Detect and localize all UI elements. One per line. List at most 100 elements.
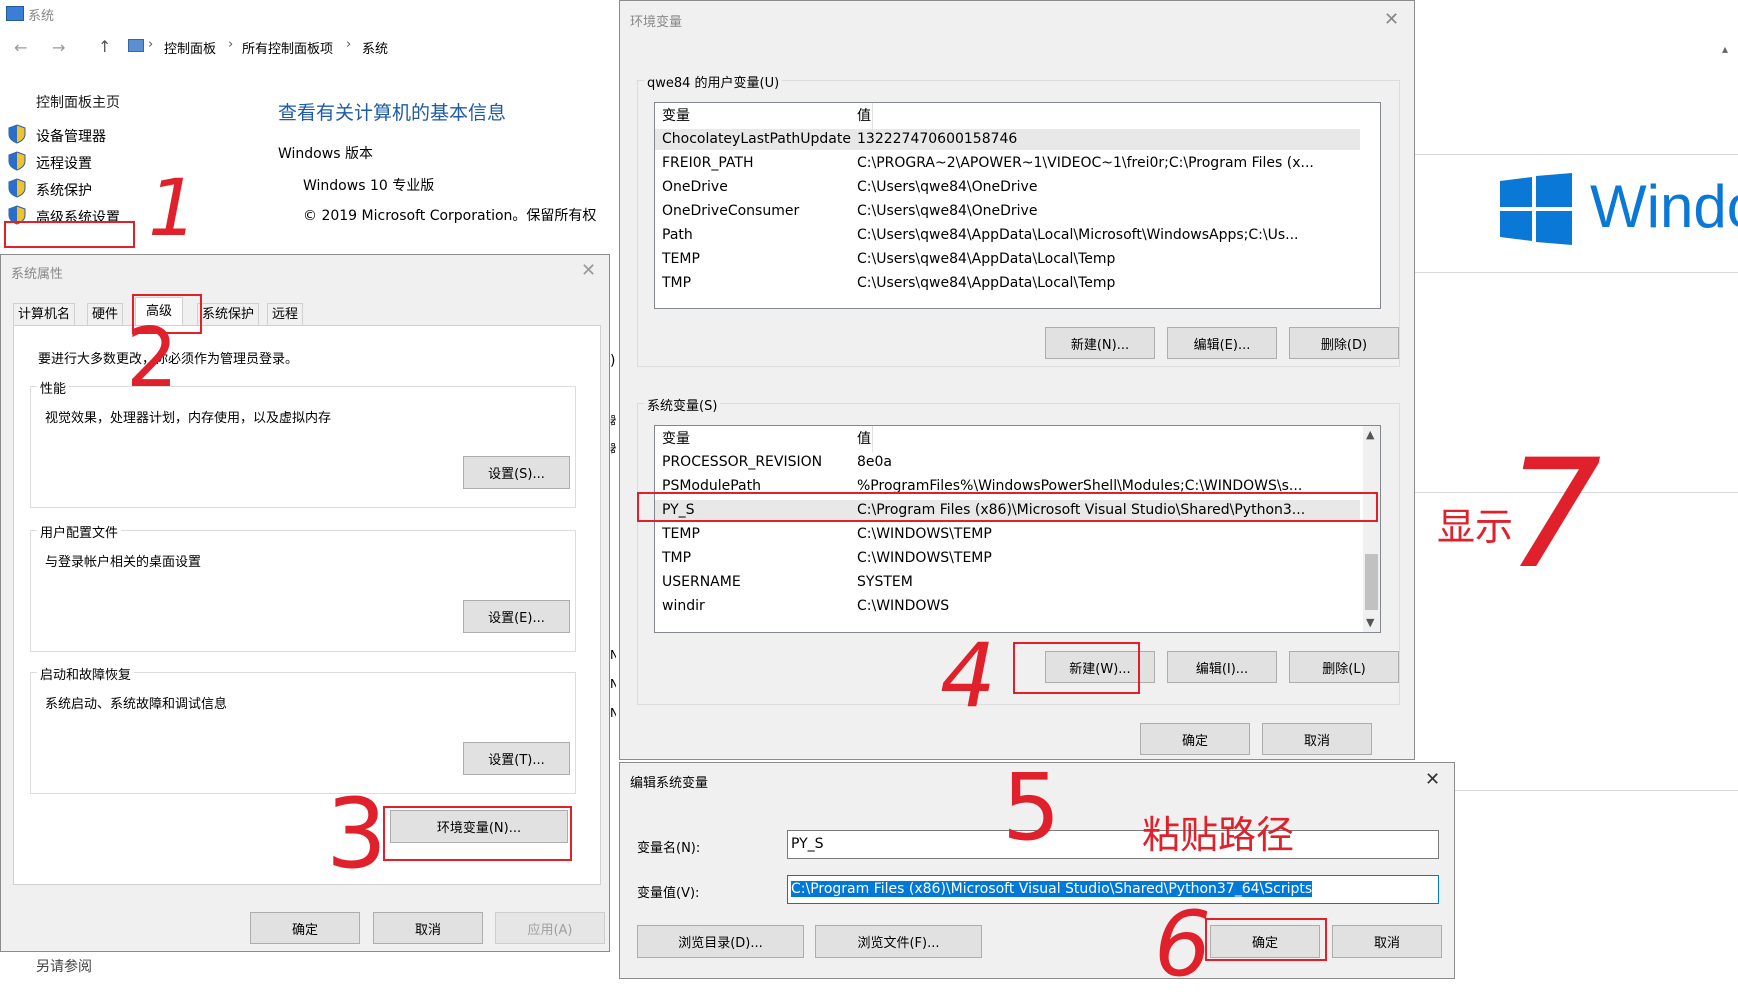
- system-window-icon: [6, 6, 24, 21]
- system-window-title: 系统: [28, 9, 55, 24]
- page-heading: 查看有关计算机的基本信息: [278, 102, 507, 124]
- list-item[interactable]: windir C:\WINDOWS: [655, 596, 1360, 617]
- variable-name: windir: [662, 598, 705, 614]
- cancel-button[interactable]: 取消: [1332, 925, 1442, 958]
- cancel-button[interactable]: 取消: [1262, 723, 1372, 755]
- sidebar-home-link[interactable]: 控制面板主页: [36, 92, 120, 112]
- list-item[interactable]: Path C:\Users\qwe84\AppData\Local\Microso…: [655, 225, 1360, 246]
- system-delete-button[interactable]: 删除(L): [1289, 651, 1399, 683]
- variable-value-input[interactable]: C:\Program Files (x86)\Microsoft Visual …: [787, 875, 1439, 904]
- variable-value: SYSTEM: [857, 574, 913, 590]
- system-edit-button[interactable]: 编辑(I)...: [1167, 651, 1277, 683]
- ok-button[interactable]: 确定: [250, 912, 360, 944]
- tab-protection[interactable]: 系统保护: [197, 303, 260, 325]
- selected-text: C:\Program Files (x86)\Microsoft Visual …: [791, 881, 1313, 897]
- scrollbar[interactable]: ▲ ▼: [1363, 426, 1380, 632]
- annotation-number: 6: [1154, 892, 1212, 997]
- variable-name: OneDrive: [662, 179, 728, 195]
- tab-panel: 要进行大多数更改，你必须作为管理员登录。 性能 视觉效果，处理器计划，内存使用，…: [13, 325, 601, 885]
- startup-settings-button[interactable]: 设置(T)...: [463, 742, 570, 775]
- list-item[interactable]: TEMP C:\Users\qwe84\AppData\Local\Temp: [655, 249, 1360, 270]
- variable-name-input[interactable]: PY_S: [787, 830, 1439, 859]
- right-panel-divider: [1410, 790, 1738, 791]
- windows-logo-icon: [1500, 173, 1572, 245]
- annotation-number: 7: [1506, 428, 1602, 602]
- ok-button[interactable]: 确定: [1140, 723, 1250, 755]
- annotation-number: 4: [940, 624, 996, 727]
- group-description: 系统启动、系统故障和调试信息: [45, 697, 228, 712]
- right-scroll-arrow[interactable]: ▴: [1722, 42, 1728, 56]
- variable-name: PROCESSOR_REVISION: [662, 454, 823, 470]
- user-delete-button[interactable]: 删除(D): [1289, 327, 1399, 359]
- breadcrumb-item[interactable]: 控制面板: [164, 38, 216, 57]
- cancel-button[interactable]: 取消: [373, 912, 483, 944]
- group-label: 启动和故障恢复: [37, 664, 135, 683]
- variable-value: C:\WINDOWS: [857, 598, 950, 614]
- apply-button[interactable]: 应用(A): [495, 912, 605, 944]
- annotation-label-paste: 粘贴路径: [1142, 813, 1295, 857]
- breadcrumb-item[interactable]: 系统: [362, 38, 388, 57]
- variable-name: FREI0R_PATH: [662, 155, 754, 171]
- startup-group: 启动和故障恢复 系统启动、系统故障和调试信息 设置(T)...: [30, 664, 576, 794]
- performance-settings-button[interactable]: 设置(S)...: [463, 456, 570, 489]
- copyright-text: © 2019 Microsoft Corporation。保留所有权: [303, 208, 597, 224]
- list-header: 变量 值: [662, 108, 871, 124]
- see-also-label: 另请参阅: [36, 959, 92, 975]
- close-icon[interactable]: ✕: [1384, 11, 1399, 29]
- right-panel-divider: [1410, 154, 1738, 155]
- nav-forward-button[interactable]: →: [52, 38, 65, 57]
- browse-file-button[interactable]: 浏览文件(F)...: [815, 925, 982, 958]
- list-item[interactable]: TMP C:\Users\qwe84\AppData\Local\Temp: [655, 273, 1360, 294]
- list-header: 变量 值: [662, 431, 871, 447]
- group-label: 性能: [37, 378, 70, 397]
- tab-computer-name[interactable]: 计算机名: [13, 303, 76, 325]
- annotation-label-show: 显示: [1437, 505, 1514, 549]
- list-item[interactable]: TMP C:\WINDOWS\TEMP: [655, 548, 1360, 569]
- close-icon[interactable]: ✕: [581, 262, 596, 280]
- variable-name: TEMP: [662, 526, 700, 542]
- annotation-box-new-button: [1013, 642, 1140, 694]
- profile-settings-button[interactable]: 设置(E)...: [463, 600, 570, 633]
- nav-back-button[interactable]: ←: [14, 38, 27, 57]
- dialog-title: 编辑系统变量: [630, 776, 709, 791]
- address-bar[interactable]: › 控制面板 › 所有控制面板项 › 系统: [124, 34, 564, 58]
- group-description: 视觉效果，处理器计划，内存使用，以及虚拟内存: [45, 411, 332, 426]
- variable-name: TMP: [662, 275, 692, 291]
- background-glyph: N: [610, 677, 616, 691]
- dialog-title: 系统属性: [11, 267, 64, 282]
- breadcrumb-item[interactable]: 所有控制面板项: [242, 38, 333, 57]
- scroll-up-icon[interactable]: ▲: [1366, 428, 1374, 441]
- scroll-thumb[interactable]: [1365, 554, 1378, 610]
- close-icon[interactable]: ✕: [1425, 771, 1440, 789]
- tab-remote[interactable]: 远程: [267, 303, 304, 325]
- group-description: 与登录帐户相关的桌面设置: [45, 555, 202, 570]
- variable-name: Path: [662, 227, 693, 243]
- edition-label: Windows 版本: [278, 146, 373, 162]
- list-item[interactable]: OneDrive C:\Users\qwe84\OneDrive: [655, 177, 1360, 198]
- list-item[interactable]: ChocolateyLastPathUpdate 1322274706001587…: [655, 129, 1360, 150]
- scroll-down-icon[interactable]: ▼: [1366, 616, 1374, 629]
- variable-value: C:\Users\qwe84\OneDrive: [857, 203, 1038, 219]
- background-glyph: N: [610, 648, 616, 662]
- annotation-number: 1: [148, 164, 198, 254]
- list-item[interactable]: OneDriveConsumer C:\Users\qwe84\OneDrive: [655, 201, 1360, 222]
- variable-value: 132227470600158746: [857, 131, 1018, 147]
- user-variables-list[interactable]: 变量 值 ChocolateyLastPathUpdate 13222747060…: [654, 102, 1381, 309]
- list-item[interactable]: TEMP C:\WINDOWS\TEMP: [655, 524, 1360, 545]
- annotation-box-ok-button: [1205, 918, 1327, 961]
- variable-name: TMP: [662, 550, 692, 566]
- browse-directory-button[interactable]: 浏览目录(D)...: [637, 925, 804, 958]
- system-variables-list[interactable]: 变量 值 PROCESSOR_REVISION 8e0a PSModulePath%…: [654, 425, 1381, 633]
- variable-value: C:\PROGRA~2\APOWER~1\VIDEOC~1\frei0r;C:\…: [857, 155, 1314, 171]
- tab-hardware[interactable]: 硬件: [87, 303, 124, 325]
- user-new-button[interactable]: 新建(N)...: [1045, 327, 1155, 359]
- user-profile-group: 用户配置文件 与登录帐户相关的桌面设置 设置(E)...: [30, 522, 576, 652]
- variable-name: OneDriveConsumer: [662, 203, 800, 219]
- annotation-box-env-button: [383, 806, 572, 861]
- list-item[interactable]: PROCESSOR_REVISION 8e0a: [655, 452, 1360, 473]
- user-edit-button[interactable]: 编辑(E)...: [1167, 327, 1277, 359]
- list-item[interactable]: USERNAME SYSTEM: [655, 572, 1360, 593]
- list-item[interactable]: FREI0R_PATH C:\PROGRA~2\APOWER~1\VIDEOC~1…: [655, 153, 1360, 174]
- nav-up-button[interactable]: ↑: [98, 37, 111, 56]
- group-label: 系统变量(S): [644, 395, 721, 414]
